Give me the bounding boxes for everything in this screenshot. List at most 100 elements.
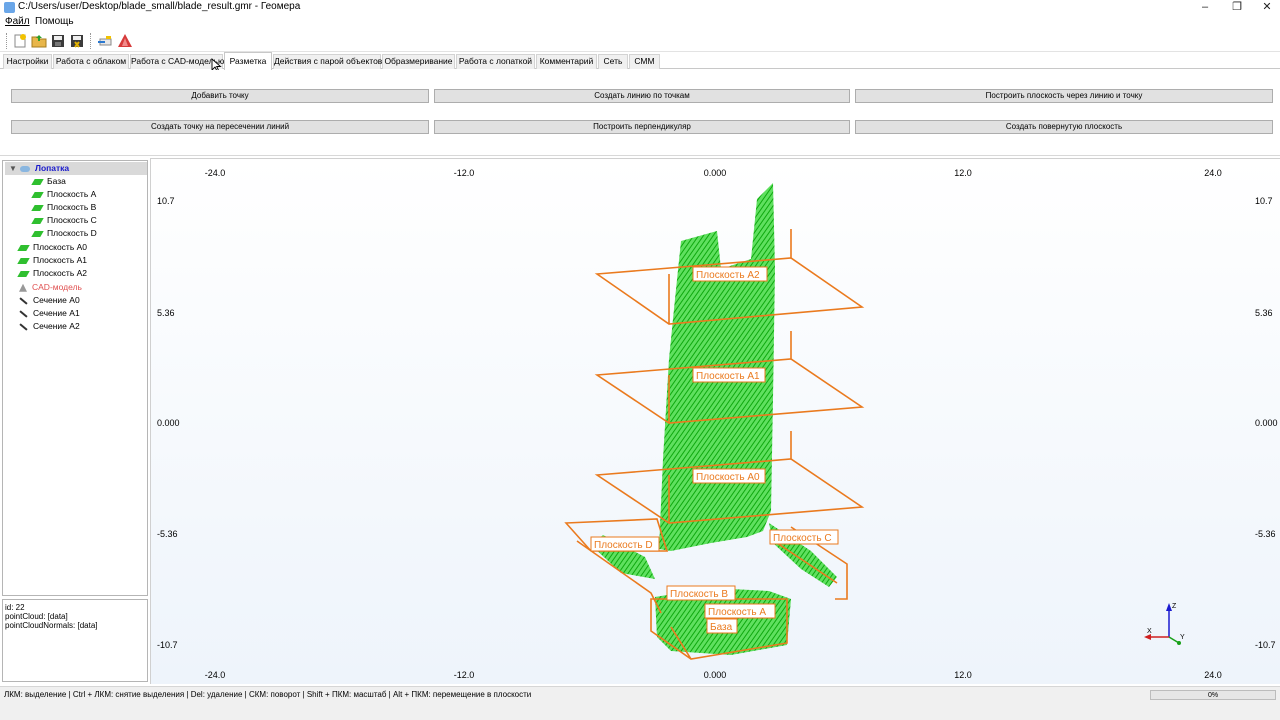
tree-item-section-a0[interactable]: Сечение A0 [19, 294, 80, 307]
tree-item-section-a1[interactable]: Сечение A1 [19, 307, 80, 320]
tab-markup[interactable]: Разметка [224, 52, 272, 70]
intersection-point-button[interactable]: Создать точку на пересечении линий [11, 120, 429, 134]
menu-help[interactable]: Помощь [35, 16, 74, 27]
tab-dimensioning[interactable]: Образмеривание [382, 54, 455, 69]
save-as-icon[interactable] [67, 32, 86, 50]
tab-blade[interactable]: Работа с лопаткой [456, 54, 535, 69]
new-file-icon[interactable] [10, 32, 29, 50]
menu-file[interactable]: Файл [5, 16, 30, 27]
cad-import-icon[interactable] [115, 32, 134, 50]
perpendicular-button[interactable]: Построить перпендикуляр [434, 120, 850, 134]
property-id: id: 22 [5, 603, 25, 612]
tree-item-plane-a0[interactable]: Плоскость A0 [17, 241, 88, 254]
tree-item-blade[interactable]: ▼ Лопатка [5, 162, 147, 175]
axis-triad: Z X Y [1144, 603, 1185, 645]
add-point-button[interactable]: Добавить точку [11, 89, 429, 103]
x-tick-bottom: -12.0 [454, 670, 475, 680]
save-icon[interactable] [48, 32, 67, 50]
tab-mesh[interactable]: Сеть [598, 54, 628, 69]
tree-item-base[interactable]: База [31, 175, 66, 188]
y-tick-right: 5.36 [1255, 308, 1273, 318]
viewport-canvas[interactable]: -24.0 -12.0 0.000 12.0 24.0 -24.0 -12.0 … [151, 159, 1280, 684]
object-tree: ▼ Лопатка База Плоскость A Плоскость B П… [2, 160, 148, 596]
create-line-button[interactable]: Создать линию по точкам [434, 89, 850, 103]
toolbar-grip [6, 33, 7, 49]
rotated-plane-button[interactable]: Создать повернутую плоскость [855, 120, 1273, 134]
plane-icon [17, 270, 30, 277]
tree-item-plane-a[interactable]: Плоскость A [31, 188, 97, 201]
y-tick-left: -10.7 [157, 640, 178, 650]
y-tick-left: -5.36 [157, 529, 178, 539]
x-tick-top: 0.000 [704, 168, 727, 178]
axis-label-y: Y [1180, 634, 1185, 641]
x-tick-bottom: 0.000 [704, 670, 727, 680]
y-tick-right: -5.36 [1255, 529, 1276, 539]
toolbar [0, 30, 1280, 52]
progress-bar: 0% [1150, 690, 1276, 700]
tree-item-label: CAD-модель [32, 282, 82, 292]
tab-cloud[interactable]: Работа с облаком [53, 54, 129, 69]
section-icon [19, 310, 28, 318]
app-icon [4, 2, 15, 13]
3d-viewport[interactable]: -24.0 -12.0 0.000 12.0 24.0 -24.0 -12.0 … [150, 158, 1280, 684]
tree-item-label: Плоскость C [47, 215, 97, 225]
plane-icon [17, 257, 30, 264]
label-plane-c: Плоскость C [773, 533, 832, 544]
tree-item-label: Плоскость A0 [33, 242, 88, 252]
tab-cmm[interactable]: СММ [629, 54, 660, 69]
restore-icon[interactable]: ❐ [1222, 0, 1252, 15]
x-tick-bottom: 24.0 [1204, 670, 1222, 680]
tree-item-label: Сечение A0 [33, 295, 80, 305]
plane-icon [31, 191, 44, 198]
tab-settings[interactable]: Настройки [3, 54, 52, 69]
progress-text: 0% [1207, 692, 1219, 699]
label-plane-d: Плоскость D [594, 540, 653, 551]
tree-item-label: Плоскость A [47, 189, 97, 199]
x-tick-bottom: -24.0 [205, 670, 226, 680]
y-tick-right: 10.7 [1255, 196, 1273, 206]
y-tick-left: 5.36 [157, 308, 175, 318]
label-plane-a: Плоскость A [708, 607, 766, 618]
tree-item-plane-d[interactable]: Плоскость D [31, 227, 97, 240]
tree-item-plane-c[interactable]: Плоскость C [31, 214, 97, 227]
x-tick-top: 12.0 [954, 168, 972, 178]
x-tick-bottom: 12.0 [954, 670, 972, 680]
open-folder-icon[interactable] [29, 32, 48, 50]
x-tick-top: 24.0 [1204, 168, 1222, 178]
tab-bar: Настройки Работа с облаком Работа с CAD-… [0, 52, 1280, 73]
tree-item-section-a2[interactable]: Сечение A2 [19, 320, 80, 333]
y-tick-right: 0.000 [1255, 418, 1278, 428]
property-point-cloud-normals: pointCloudNormals: [data] [5, 621, 98, 630]
title-bar: C:/Users/user/Desktop/blade_small/blade_… [0, 0, 1280, 15]
label-plane-a0: Плоскость A0 [696, 472, 760, 483]
plane-icon [17, 244, 30, 251]
axis-label-z: Z [1172, 603, 1177, 610]
tree-item-cad-model[interactable]: CAD-модель [19, 281, 82, 294]
tree-item-plane-b[interactable]: Плоскость B [31, 201, 97, 214]
point-cloud-icon [20, 165, 30, 172]
tree-item-label: Плоскость D [47, 228, 97, 238]
tree-item-plane-a1[interactable]: Плоскость A1 [17, 254, 87, 267]
label-plane-a2: Плоскость A2 [696, 270, 760, 281]
section-icon [19, 323, 28, 331]
tab-pair-actions[interactable]: Действия с парой объектов [273, 54, 382, 69]
section-icon [19, 297, 28, 305]
tree-item-plane-a2[interactable]: Плоскость A2 [17, 267, 87, 280]
tree-item-label: База [47, 176, 66, 186]
minimize-icon[interactable]: – [1190, 0, 1220, 15]
tab-comment[interactable]: Комментарий [536, 54, 597, 69]
cad-model-icon [19, 283, 27, 292]
close-icon[interactable]: ✕ [1252, 0, 1280, 15]
tree-item-label: Плоскость B [47, 202, 97, 212]
plane-icon [31, 178, 44, 185]
plane-by-line-point-button[interactable]: Построить плоскость через линию и точку [855, 89, 1273, 103]
load-icon[interactable] [95, 32, 114, 50]
tab-cad-model[interactable]: Работа с CAD-моделью [130, 54, 224, 69]
y-tick-left: 10.7 [157, 196, 175, 206]
x-tick-top: -24.0 [205, 168, 226, 178]
plane-icon [31, 217, 44, 224]
expand-arrow-icon[interactable]: ▼ [9, 162, 17, 175]
status-hints: ЛКМ: выделение | Ctrl + ЛКМ: снятие выде… [4, 690, 532, 699]
x-tick-top: -12.0 [454, 168, 475, 178]
property-point-cloud: pointCloud: [data] [5, 612, 68, 621]
